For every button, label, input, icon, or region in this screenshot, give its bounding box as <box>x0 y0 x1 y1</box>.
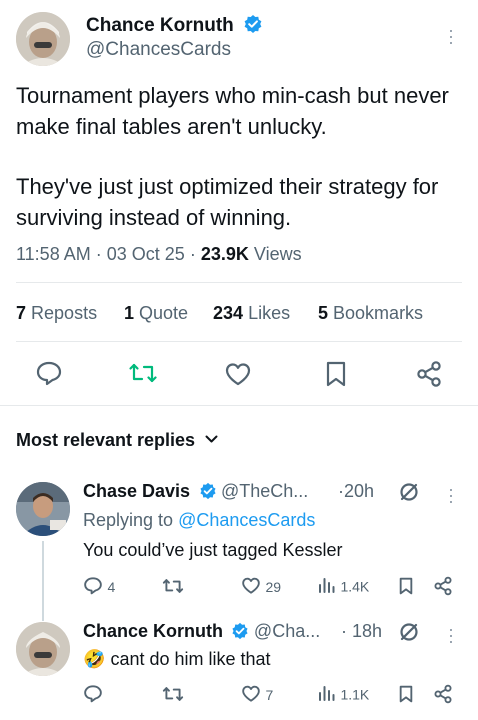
author-handle[interactable]: @ChancesCards <box>86 39 231 61</box>
reply-action-like[interactable]: 7 <box>241 684 273 708</box>
repost-icon[interactable] <box>162 577 184 600</box>
bookmark-icon[interactable] <box>324 360 348 388</box>
author-name-text[interactable]: Chance Kornuth <box>86 15 234 36</box>
reply-author-handle[interactable]: @Cha... <box>254 621 320 641</box>
divider <box>16 341 462 342</box>
reply-icon[interactable] <box>83 684 103 708</box>
reply-header: Chance Kornuth @Cha... <box>83 621 320 645</box>
tweet-text-paragraph-1: Tournament players who min-cash but neve… <box>16 83 449 139</box>
reply-text-body: cant do him like that <box>110 649 271 669</box>
divider <box>0 405 478 406</box>
reply-age[interactable]: ·20h <box>338 481 374 502</box>
share-icon[interactable] <box>433 684 453 709</box>
bookmarks-count[interactable]: 5 <box>318 303 328 323</box>
views-count[interactable]: 23.9K <box>201 244 249 264</box>
reply-action-like[interactable]: 29 <box>241 576 281 600</box>
grok-icon[interactable] <box>398 481 420 508</box>
likes-stat[interactable]: 234 Likes <box>213 303 290 324</box>
view-count: 1.4K <box>340 578 370 595</box>
reply-count: 4 <box>107 579 116 596</box>
like-icon[interactable] <box>241 576 261 600</box>
tweet-date[interactable]: 03 Oct 25 <box>107 244 185 264</box>
replies-sort-dropdown[interactable]: Most relevant replies <box>16 428 218 451</box>
replying-to-prefix: Replying to <box>83 510 174 530</box>
reply-header: Chase Davis @TheCh... <box>83 481 308 505</box>
author-name[interactable]: Chance Kornuth <box>86 14 263 40</box>
replying-to-handle[interactable]: @ChancesCards <box>178 510 315 530</box>
divider <box>16 282 462 283</box>
verified-badge-icon <box>243 14 263 40</box>
reply-author-handle[interactable]: @TheCh... <box>221 481 308 501</box>
quotes-stat[interactable]: 1 Quote <box>124 303 188 324</box>
like-icon[interactable] <box>241 684 261 708</box>
reply-text: 🤣 cant do him like that <box>83 649 271 670</box>
verified-badge-icon <box>231 622 249 645</box>
reply-action-reply[interactable]: 4 <box>83 576 115 600</box>
likes-label[interactable]: Likes <box>248 303 290 323</box>
quotes-label[interactable]: Quote <box>139 303 188 323</box>
tweet-time[interactable]: 11:58 AM <box>16 244 91 264</box>
like-icon[interactable] <box>224 361 252 387</box>
like-count: 29 <box>265 579 282 596</box>
more-options-icon[interactable]: · · · <box>446 620 456 650</box>
reply-author-name[interactable]: Chance Kornuth <box>83 621 223 641</box>
tweet-text-paragraph-2: They've just just optimized their strate… <box>16 174 439 230</box>
bookmark-icon[interactable] <box>398 684 414 709</box>
reply-avatar[interactable] <box>16 482 70 536</box>
thread-connector-line <box>42 541 44 621</box>
replies-sort-label[interactable]: Most relevant replies <box>16 430 195 450</box>
share-icon[interactable] <box>415 360 443 388</box>
reposts-count[interactable]: 7 <box>16 303 26 323</box>
views-icon[interactable] <box>318 576 336 599</box>
reply-text: You could’ve just tagged Kessler <box>83 540 343 560</box>
bookmark-icon[interactable] <box>398 576 414 601</box>
reposts-stat[interactable]: 7 Reposts <box>16 303 97 324</box>
quotes-count[interactable]: 1 <box>124 303 134 323</box>
reply-icon[interactable] <box>83 576 103 600</box>
chevron-down-icon <box>205 428 218 449</box>
reply-icon[interactable] <box>35 360 63 386</box>
likes-count[interactable]: 234 <box>213 303 243 323</box>
repost-icon[interactable] <box>162 685 184 708</box>
verified-badge-icon <box>199 482 217 505</box>
reply-age[interactable]: · 18h <box>341 621 382 642</box>
bookmarks-stat[interactable]: 5 Bookmarks <box>318 303 423 324</box>
reply-avatar[interactable] <box>16 622 70 676</box>
reply-author-name[interactable]: Chase Davis <box>83 481 190 501</box>
view-count: 1.1K <box>340 686 370 703</box>
meta-separator: · <box>189 244 196 264</box>
author-avatar[interactable] <box>16 12 70 66</box>
more-options-icon[interactable]: · · · <box>446 21 456 51</box>
like-count: 7 <box>265 687 274 704</box>
bookmarks-label[interactable]: Bookmarks <box>333 303 423 323</box>
grok-icon[interactable] <box>398 621 420 648</box>
reply-action-views[interactable]: 1.1K <box>318 684 369 707</box>
repost-icon[interactable] <box>128 361 158 385</box>
reply-action-views[interactable]: 1.4K <box>318 576 369 599</box>
replying-to: Replying to @ChancesCards <box>83 510 315 531</box>
tweet-meta: 11:58 AM · 03 Oct 25 · 23.9K Views <box>16 244 302 265</box>
views-label[interactable]: Views <box>254 244 302 264</box>
reposts-label[interactable]: Reposts <box>31 303 97 323</box>
meta-separator: · <box>95 244 102 264</box>
views-icon[interactable] <box>318 684 336 707</box>
rofl-emoji: 🤣 <box>83 649 106 669</box>
share-icon[interactable] <box>433 576 453 601</box>
more-options-icon[interactable]: · · · <box>446 480 456 510</box>
